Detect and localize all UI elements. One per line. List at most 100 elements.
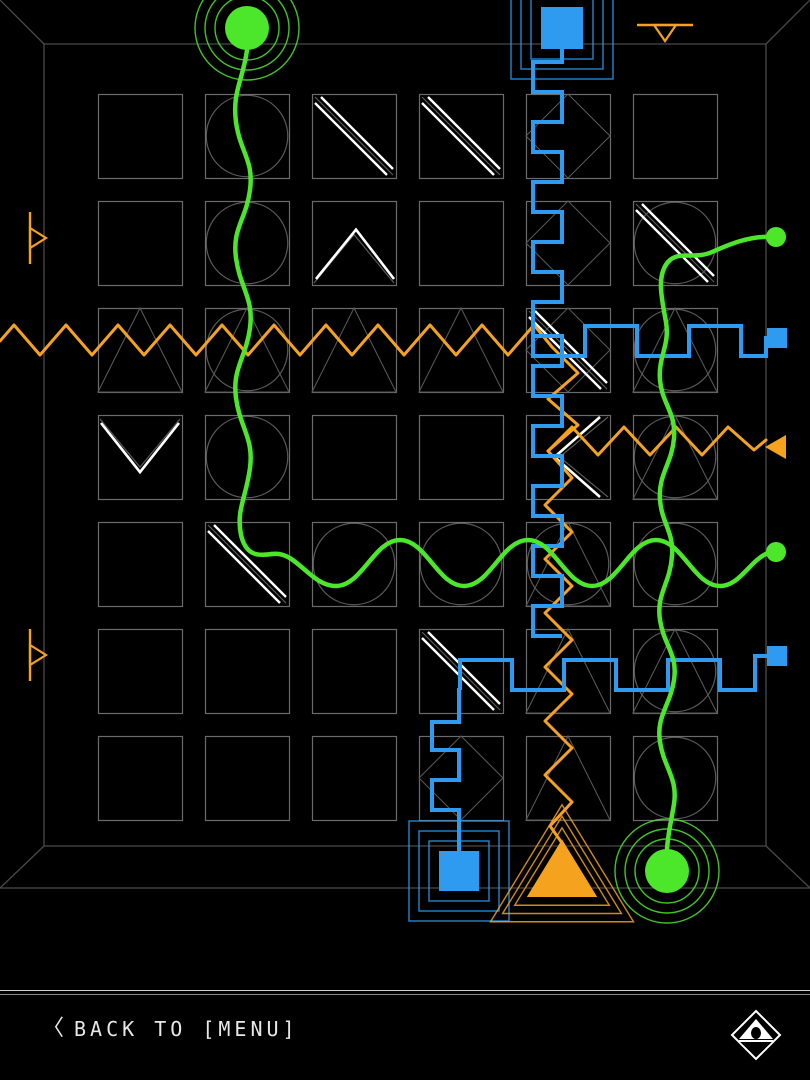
back-to-menu-label: BACK TO [MENU] <box>74 1017 299 1041</box>
tile-border <box>632 93 719 180</box>
tile-diag-down <box>427 631 501 705</box>
tile-border <box>97 200 184 287</box>
board-canvas <box>0 0 810 924</box>
tile-border <box>97 628 184 715</box>
grid-tile[interactable] <box>632 200 719 287</box>
tile-border <box>525 93 612 180</box>
endpoint-endpoint-green-2[interactable] <box>766 542 786 562</box>
tile-border <box>204 628 291 715</box>
node-core-square <box>541 7 583 49</box>
tile-triangle <box>311 306 397 393</box>
tile-border <box>97 414 184 501</box>
grid-tile[interactable] <box>97 628 184 715</box>
grid-tile[interactable] <box>204 521 291 608</box>
signal-orange <box>0 323 768 845</box>
grid-tile[interactable] <box>632 521 719 608</box>
tile-circle <box>312 522 396 606</box>
tile-diag-up <box>534 310 608 384</box>
tile-chevron-up <box>314 227 396 280</box>
tile-diag-guide <box>528 310 608 390</box>
bottom-bar: 〈 BACK TO [MENU] <box>0 990 810 1080</box>
tile-diag-down <box>314 102 388 176</box>
endpoint-endpoint-blue-2[interactable] <box>767 646 787 666</box>
tile-circle <box>205 308 289 392</box>
tile-diag-down <box>641 203 715 277</box>
tile-border <box>97 735 184 822</box>
grid-tile[interactable] <box>204 306 291 394</box>
grid-tile[interactable] <box>418 93 505 180</box>
tile-diag-down <box>421 102 495 176</box>
endpoint-endpoint-orange-1[interactable] <box>765 435 786 459</box>
grid-tile[interactable] <box>311 521 398 608</box>
bar-divider-line <box>0 990 810 991</box>
source-node-green-source-top[interactable] <box>194 0 300 81</box>
tile-chevron-down <box>99 422 181 475</box>
tile-border <box>311 414 398 501</box>
grid-tile[interactable] <box>525 93 612 180</box>
grid-tile[interactable] <box>418 200 505 287</box>
tile-circle <box>205 201 289 285</box>
node-core-circle <box>225 6 269 50</box>
bar-divider-line-secondary <box>0 994 810 995</box>
tile-diag-up <box>213 524 287 598</box>
grid-tile[interactable] <box>311 93 398 180</box>
port-port-top-right[interactable] <box>637 23 693 43</box>
node-core-circle <box>645 849 689 893</box>
grid-tile[interactable] <box>311 200 398 287</box>
tile-border <box>204 735 291 822</box>
grid-tile[interactable] <box>97 200 184 287</box>
grid-tile[interactable] <box>97 93 184 180</box>
tile-border <box>97 521 184 608</box>
endpoint-circle <box>766 542 786 562</box>
grid-tile[interactable] <box>204 628 291 715</box>
grid-tile[interactable] <box>311 628 398 715</box>
tile-diag-guide <box>314 96 394 176</box>
tile-triangle <box>632 306 718 393</box>
tile-triangle <box>525 627 611 714</box>
game-screen: 〈 BACK TO [MENU] <box>0 0 810 1080</box>
tile-circle <box>633 522 717 606</box>
tile-chevron-guide <box>313 233 395 284</box>
endpoint-endpoint-blue-1[interactable] <box>767 328 787 348</box>
back-to-menu-button[interactable]: 〈 BACK TO [MENU] <box>42 1018 299 1040</box>
source-node-orange-source-bottom[interactable] <box>489 803 635 923</box>
endpoint-triangle-left <box>765 435 786 459</box>
tile-border <box>311 200 398 287</box>
tile-diag-guide <box>207 524 287 604</box>
tile-border <box>418 200 505 287</box>
tile-border <box>97 93 184 180</box>
puzzle-board[interactable] <box>0 0 810 990</box>
tile-diag-guide <box>421 96 501 176</box>
endpoint-endpoint-green-1[interactable] <box>766 227 786 247</box>
endpoint-circle <box>766 227 786 247</box>
tile-border <box>311 628 398 715</box>
grid-tile[interactable] <box>97 735 184 822</box>
tile-triangle <box>204 306 290 393</box>
tile-diag-down <box>427 96 501 170</box>
grid-tile[interactable] <box>311 414 398 501</box>
grid-tile[interactable] <box>632 93 719 180</box>
endpoint-square <box>767 646 787 666</box>
tile-diag-down <box>320 96 394 170</box>
grid-tile[interactable] <box>204 735 291 822</box>
node-core-square <box>439 851 479 891</box>
tile-chevron-guide <box>99 418 181 469</box>
grid-tile[interactable] <box>418 414 505 501</box>
grid-tile[interactable] <box>204 200 291 287</box>
grid-tile[interactable] <box>311 735 398 822</box>
tile-grid[interactable] <box>97 93 719 822</box>
source-node-blue-source-top[interactable] <box>510 0 614 80</box>
signal-green <box>232 47 771 852</box>
tile-diag-down <box>635 209 709 283</box>
tile-border <box>311 735 398 822</box>
grid-tile[interactable] <box>97 414 184 501</box>
game-logo-icon[interactable] <box>730 1009 782 1061</box>
back-chevron-icon: 〈 <box>42 1016 65 1041</box>
port-arrow-down-icon <box>651 23 679 43</box>
grid-tile[interactable] <box>632 306 719 394</box>
grid-tile[interactable] <box>97 521 184 608</box>
tile-border <box>418 414 505 501</box>
logo-diamond-svg <box>730 1009 782 1061</box>
tile-diamond <box>525 93 611 179</box>
tile-diag-guide <box>635 203 715 283</box>
